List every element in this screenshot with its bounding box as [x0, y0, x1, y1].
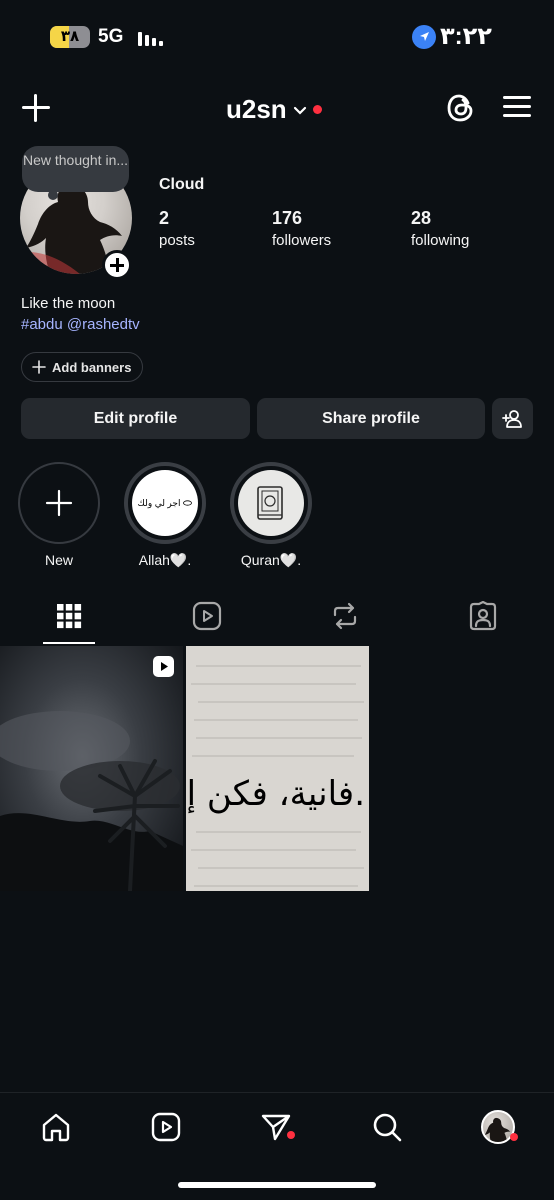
stat-label: following: [411, 232, 470, 249]
reel-play-icon: [153, 656, 174, 677]
edit-profile-button[interactable]: Edit profile: [21, 398, 250, 439]
stat-value: 28: [411, 208, 432, 228]
nav-search[interactable]: [367, 1107, 407, 1147]
battery-level: ٣٨: [60, 28, 80, 45]
menu-icon[interactable]: [503, 96, 531, 118]
notification-dot: [287, 1131, 295, 1139]
add-story-icon[interactable]: [102, 250, 132, 280]
nav-profile[interactable]: [478, 1107, 518, 1147]
threads-icon[interactable]: [446, 92, 476, 124]
plus-icon: [32, 360, 46, 374]
quran-book-icon: [238, 470, 304, 536]
nav-home[interactable]: [36, 1107, 76, 1147]
stat-followers[interactable]: 176 followers: [272, 208, 331, 249]
tab-reposts[interactable]: [276, 596, 414, 644]
chevron-down-icon: [293, 106, 306, 115]
username: u2sn: [226, 94, 287, 124]
post-thumbnail-1[interactable]: [0, 646, 183, 891]
add-banners-button[interactable]: Add banners: [21, 352, 143, 382]
highlight-label: Allah🤍.: [138, 552, 192, 568]
status-bar: ٣٨ 5G ٣:٢٢: [0, 0, 554, 76]
stat-posts[interactable]: 2 posts: [159, 208, 195, 249]
note-bubble[interactable]: New thought in...: [22, 146, 129, 200]
clock: ٣:٢٢: [440, 23, 492, 50]
nav-reels[interactable]: [146, 1107, 186, 1147]
network-type: 5G: [98, 26, 124, 47]
home-indicator: [178, 1182, 376, 1188]
home-icon: [42, 1113, 70, 1142]
notification-dot: [312, 105, 322, 114]
highlight-cover: اجر لي ولك: [132, 470, 198, 536]
battery-icon: ٣٨: [50, 26, 90, 48]
stat-following[interactable]: 28 following: [411, 208, 469, 249]
post-quote-text: فانية، فكن إنسان.: [186, 774, 365, 814]
post-thumbnail-2[interactable]: فانية، فكن إنسان.: [186, 646, 369, 891]
bio-links[interactable]: #abdu @rashedtv: [21, 316, 140, 333]
grid-icon: [57, 604, 82, 629]
new-highlight-plus-icon: [18, 462, 100, 544]
direct-message-icon: [261, 1114, 291, 1141]
highlight-quran[interactable]: Quran🤍.: [230, 462, 312, 569]
signal-icon: [138, 30, 163, 46]
reels-icon: [192, 601, 222, 631]
tab-tagged[interactable]: [414, 596, 552, 644]
notification-dot: [510, 1133, 518, 1141]
tagged-person-icon: [469, 601, 497, 631]
nav-messages[interactable]: [256, 1107, 296, 1147]
add-person-button[interactable]: [492, 398, 533, 439]
highlight-new[interactable]: New: [18, 462, 100, 568]
stat-value: 2: [159, 208, 170, 228]
stat-label: followers: [272, 232, 332, 249]
reels-icon: [151, 1112, 181, 1142]
search-icon: [373, 1113, 402, 1142]
location-icon: [412, 25, 436, 49]
tab-grid[interactable]: [0, 596, 138, 644]
profile-header: u2sn: [0, 86, 554, 134]
highlight-label: New: [44, 552, 73, 568]
highlight-allah[interactable]: اجر لي ولك Allah🤍.: [124, 462, 206, 569]
stat-value: 176: [272, 208, 303, 228]
account-switcher[interactable]: u2sn: [226, 94, 322, 125]
add-person-icon: [501, 409, 522, 428]
profile-name: Cloud: [159, 176, 205, 193]
profile-tabs: [0, 596, 554, 644]
bio-text: Like the moon: [21, 295, 116, 312]
tab-reels[interactable]: [138, 596, 276, 644]
highlight-label: Quran🤍.: [240, 552, 302, 568]
create-plus-icon[interactable]: [22, 94, 50, 122]
active-tab-indicator: [43, 642, 95, 644]
stat-label: posts: [159, 232, 195, 249]
add-banners-label: Add banners: [52, 359, 132, 375]
share-profile-button[interactable]: Share profile: [257, 398, 485, 439]
eye-icon: [183, 500, 193, 506]
repost-icon: [333, 602, 357, 630]
